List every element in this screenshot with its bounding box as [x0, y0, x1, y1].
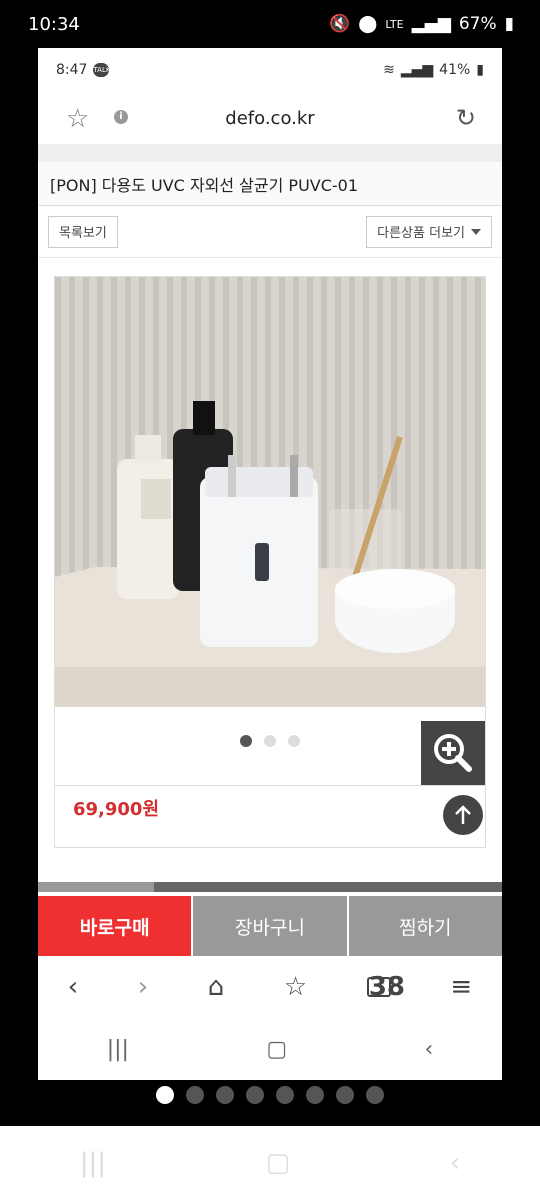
bookmark-star-icon[interactable]: ☆ — [66, 104, 89, 134]
location-icon: ⬤ — [358, 14, 378, 34]
system-nav-bar: ||| ▢ ‹ — [38, 1018, 502, 1080]
page-dot[interactable] — [366, 1086, 384, 1104]
page-dot[interactable] — [336, 1086, 354, 1104]
horizontal-scrollbar[interactable] — [38, 882, 502, 892]
url-text[interactable]: defo.co.kr — [225, 108, 314, 129]
wifi-icon: ≋ — [383, 62, 395, 78]
outer-system-nav: ||| ▢ ‹ — [0, 1126, 540, 1200]
battery-icon: ▮ — [504, 14, 514, 34]
inner-time: 8:47 — [56, 62, 88, 78]
zoom-in-icon — [434, 734, 472, 772]
battery-icon: ▮ — [476, 62, 484, 78]
chat-icon: TALK — [93, 63, 110, 77]
outer-time: 10:34 — [28, 14, 80, 35]
more-products-label: 다른상품 더보기 — [377, 226, 465, 241]
buy-now-button[interactable]: 바로구매 — [38, 896, 192, 956]
launcher-page-indicator — [0, 1086, 540, 1104]
inner-battery-percent: 41% — [439, 62, 471, 78]
tabs-icon[interactable]: 38 — [366, 972, 405, 1002]
arrow-up-icon — [455, 805, 471, 824]
tab-count: 38 — [366, 972, 405, 1002]
outer-status-bar: 10:34 🔇 ⬤ LTE ▂▄▆ 67% ▮ — [0, 0, 540, 48]
info-icon[interactable]: i — [114, 110, 128, 124]
battery-percent: 67% — [458, 14, 497, 34]
zoom-button[interactable] — [421, 721, 485, 785]
price-divider — [55, 785, 485, 786]
menu-icon[interactable]: ≡ — [450, 972, 472, 1002]
divider-band — [38, 144, 502, 162]
page-dot[interactable] — [306, 1086, 324, 1104]
signal-icon: ▂▄▆ — [400, 62, 434, 78]
bookmarks-icon[interactable]: ☆ — [284, 972, 307, 1002]
home-button-icon[interactable]: ▢ — [266, 1037, 287, 1062]
outer-home-icon[interactable]: ▢ — [266, 1148, 291, 1178]
product-title: [PON] 다용도 UVC 자외선 살균기 PUVC-01 — [38, 162, 502, 206]
outer-back-icon[interactable]: ‹ — [450, 1148, 460, 1178]
page-dot[interactable] — [156, 1086, 174, 1104]
scrollbar-thumb[interactable] — [38, 882, 154, 892]
scroll-top-button[interactable] — [443, 795, 483, 835]
page-dot[interactable] — [276, 1086, 294, 1104]
wishlist-button[interactable]: 찜하기 — [346, 896, 502, 956]
product-card: 69,900원 — [54, 276, 486, 848]
system-back-icon[interactable]: ‹ — [424, 1037, 433, 1062]
list-view-button[interactable]: 목록보기 — [48, 215, 118, 248]
chevron-down-icon — [471, 228, 481, 235]
product-photo-illustration — [55, 277, 485, 707]
add-to-cart-button[interactable]: 장바구니 — [191, 896, 347, 956]
recents-icon[interactable]: ||| — [107, 1037, 129, 1062]
phone-screen: 8:47 TALK ≋ ▂▄▆ 41% ▮ ☆ i defo.co.kr ↻ [… — [38, 48, 502, 1080]
purchase-action-bar: 바로구매 장바구니 찜하기 — [38, 896, 502, 956]
lte-label: LTE — [385, 17, 404, 31]
page-dot[interactable] — [186, 1086, 204, 1104]
signal-icon: ▂▄▆ — [411, 14, 451, 34]
outer-status-icons: 🔇 ⬤ LTE ▂▄▆ 67% ▮ — [329, 14, 514, 34]
image-dot-1[interactable] — [240, 735, 252, 747]
outer-recents-icon[interactable]: ||| — [80, 1148, 106, 1178]
image-dot-2[interactable] — [264, 735, 276, 747]
product-image[interactable] — [55, 277, 485, 707]
product-price: 69,900원 — [73, 799, 160, 820]
browser-nav-bar: ‹ › ⌂ ☆ 38 ≡ — [38, 956, 502, 1018]
inner-status-bar: 8:47 TALK ≋ ▂▄▆ 41% ▮ — [38, 48, 502, 92]
browser-url-bar: ☆ i defo.co.kr ↻ — [38, 92, 502, 144]
product-button-row: 목록보기 다른상품 더보기 — [38, 206, 502, 258]
forward-icon[interactable]: › — [138, 972, 148, 1002]
page-dot[interactable] — [246, 1086, 264, 1104]
back-icon[interactable]: ‹ — [68, 972, 78, 1002]
more-products-dropdown[interactable]: 다른상품 더보기 — [366, 215, 492, 248]
page-dot[interactable] — [216, 1086, 234, 1104]
image-dot-3[interactable] — [288, 735, 300, 747]
list-view-label: 목록보기 — [59, 226, 107, 241]
reload-icon[interactable]: ↻ — [456, 104, 476, 132]
home-icon[interactable]: ⌂ — [208, 972, 225, 1002]
mute-icon: 🔇 — [329, 14, 351, 34]
